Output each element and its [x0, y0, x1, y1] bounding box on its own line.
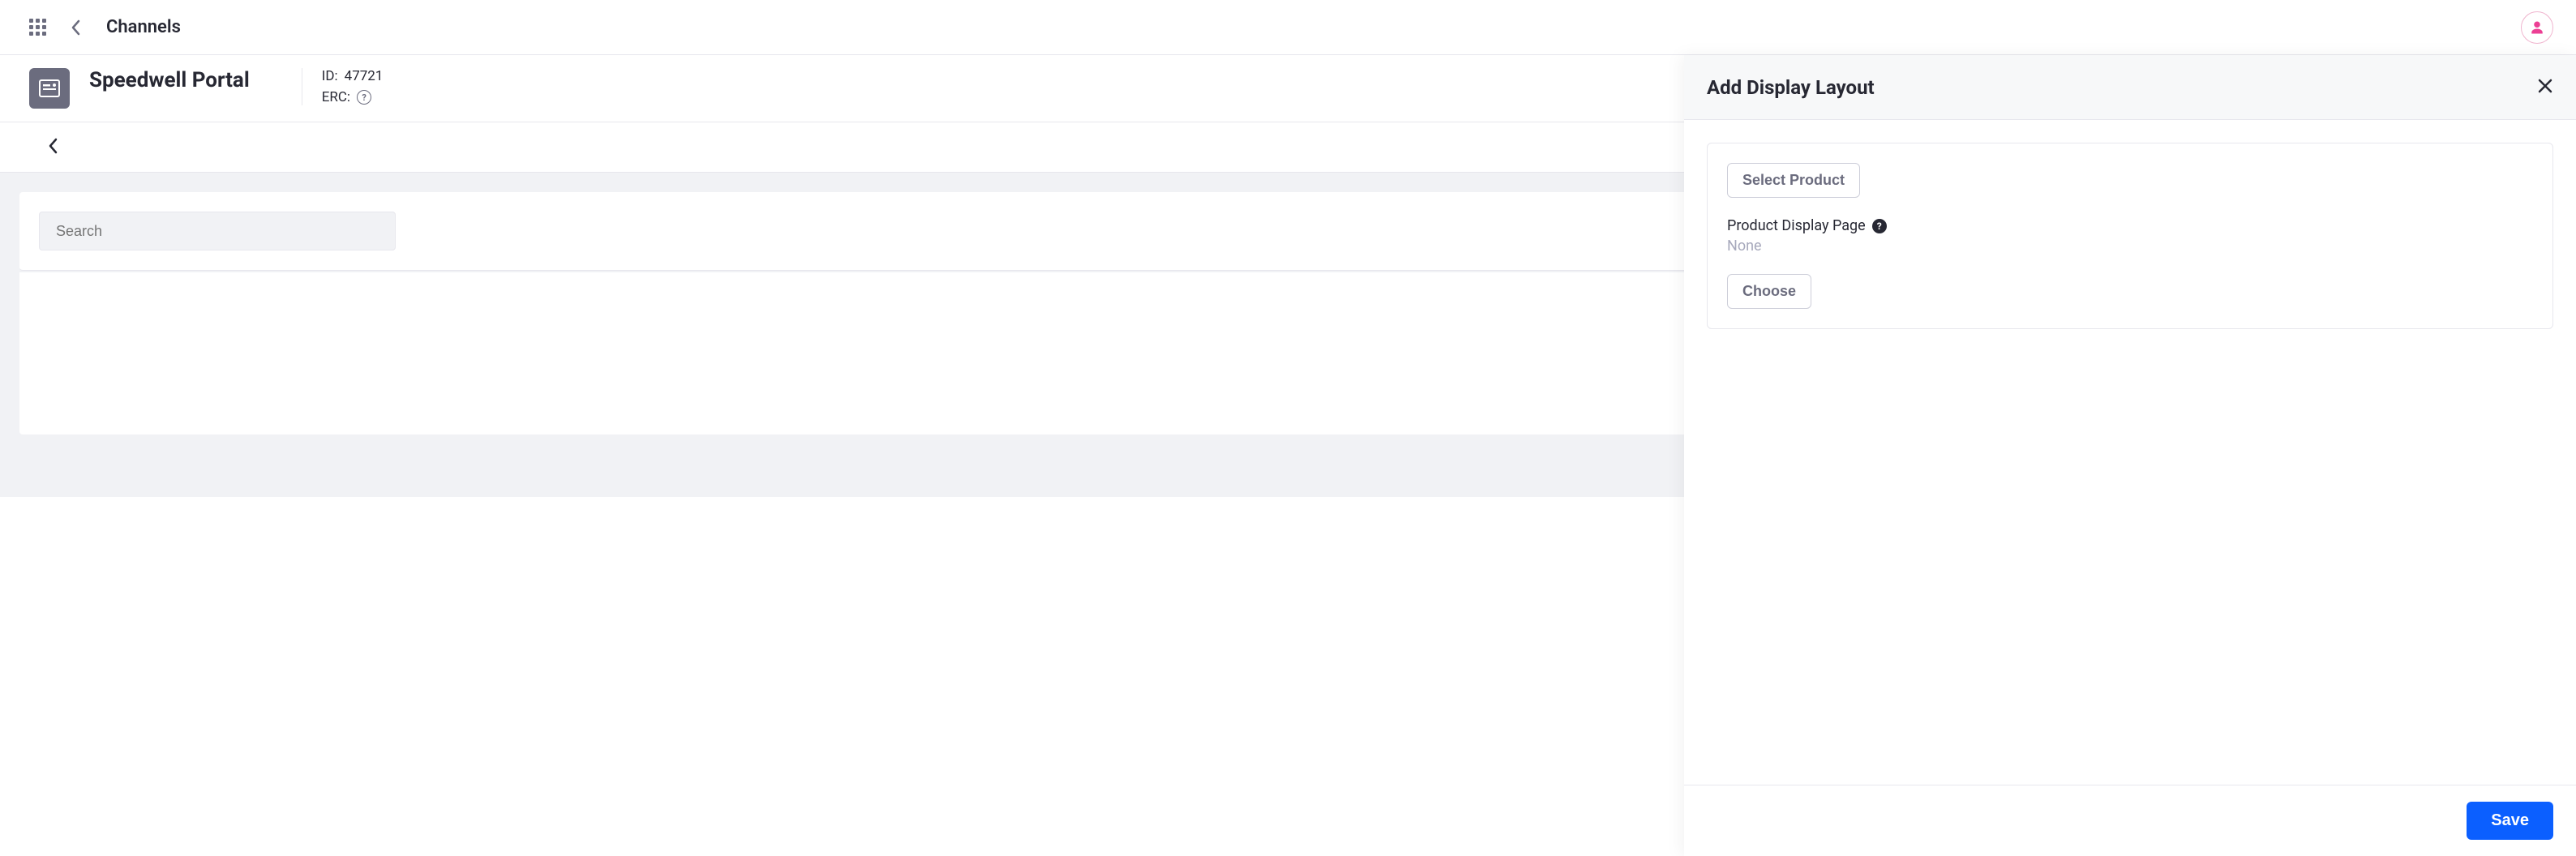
panel-header: Add Display Layout: [1684, 55, 2576, 120]
top-header-left: Channels: [29, 17, 181, 37]
back-arrow-icon[interactable]: [29, 138, 58, 157]
close-icon[interactable]: [2537, 78, 2553, 97]
display-page-value: None: [1727, 238, 2533, 255]
page-erc-row: ERC: ?: [322, 89, 384, 105]
page-title: Speedwell Portal: [89, 68, 250, 92]
page-id-value: 47721: [345, 68, 384, 84]
help-icon[interactable]: ?: [357, 90, 371, 105]
page-id-label: ID:: [322, 68, 338, 84]
avatar[interactable]: [2521, 11, 2553, 44]
page-erc-label: ERC:: [322, 89, 350, 105]
panel-body: Select Product Product Display Page ? No…: [1684, 120, 2576, 785]
top-header: Channels: [0, 0, 2576, 55]
choose-button[interactable]: Choose: [1727, 274, 1811, 309]
side-panel: Add Display Layout Select Product Produc…: [1684, 55, 2576, 856]
page-title-wrap: Speedwell Portal: [89, 68, 250, 92]
display-page-label: Product Display Page: [1727, 217, 1866, 234]
breadcrumb-title: Channels: [106, 17, 181, 37]
save-button[interactable]: Save: [2467, 802, 2553, 840]
panel-title: Add Display Layout: [1707, 76, 1875, 99]
page-meta: ID: 47721 ERC: ?: [302, 68, 384, 105]
search-input[interactable]: [39, 212, 396, 250]
select-product-button[interactable]: Select Product: [1727, 163, 1860, 198]
help-icon[interactable]: ?: [1872, 219, 1887, 233]
panel-card: Select Product Product Display Page ? No…: [1707, 143, 2553, 329]
page-id-row: ID: 47721: [322, 68, 384, 84]
page-icon: [29, 68, 70, 109]
display-page-section: Product Display Page ? None: [1727, 217, 2533, 255]
display-page-label-row: Product Display Page ?: [1727, 217, 2533, 234]
choose-section: Choose: [1727, 274, 2533, 309]
back-chevron-icon[interactable]: [71, 19, 82, 36]
apps-grid-icon[interactable]: [29, 19, 46, 36]
panel-footer: Save: [1684, 785, 2576, 856]
